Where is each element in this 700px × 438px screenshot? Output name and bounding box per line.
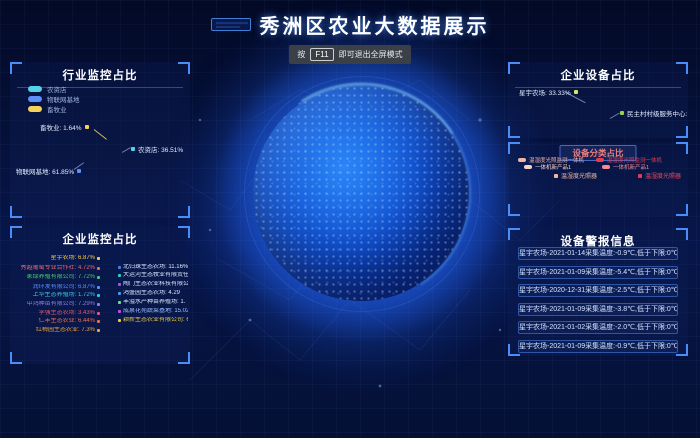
pie-label: 润环发有限公司: 6.87% [12,284,100,291]
category-donut-right[interactable] [594,167,630,203]
callout-livestock: 畜牧业: 1.64% [40,122,89,132]
callout-agristore: 农资店: 36.51% [131,144,183,154]
alarm-row: 星宇农场-2021-01-09采集温度:-0.9℃,低于下限:0℃ [518,340,678,353]
callout-dot [77,169,81,173]
callout-left-device: 温湿度光照器 [554,171,597,180]
page-title: 秀洲区农业大数据展示 [260,10,490,39]
callout-iot-base: 物联网基地: 61.85% [16,166,81,176]
pie-label: 星宇农场: 6.87% [12,255,100,262]
callout-dot [131,147,135,151]
pie-label: 中鸿种苗有限公司: 7.29% [12,301,100,308]
legend-label: 畜牧业 [47,104,67,114]
hint-prefix: 按 [297,49,305,60]
legend-label: 物联网基地 [47,94,80,104]
industry-donut-chart[interactable] [81,136,125,180]
alarm-list: 星宇农场-2021-01-14采集温度:-0.9℃,低于下限:0℃ 星宇农场-2… [518,247,678,358]
legend-swatch [28,106,42,112]
pie-label: 丰溢水产种苗养殖场: 1. [118,299,188,306]
callout-dot [620,111,624,115]
legend-item[interactable]: 畜牧业 [28,104,80,113]
callout-dot [574,90,578,94]
pie-label: 鸿盛园生态农场: 4.29 [118,290,188,297]
panel-enterprise-monitor: 企业监控占比 星宇农场: 6.87% 秀越葡萄专业合作社: 4.72% 家绿养殖… [10,226,190,364]
category-donut-left[interactable] [512,167,548,203]
pie-label: 北归珠生态农场: 11.16% [118,264,188,271]
pie-label: 李强生态农场: 3.43% [12,310,100,317]
callout-dot [85,125,89,129]
callout-minzhu-center: 民主村村级服务中心: [620,108,687,118]
alarm-row: 星宇农场-2021-01-09采集温度:-3.8℃,低于下限:0℃ [518,303,678,316]
panel-title: 企业监控占比 [10,226,190,247]
fullscreen-hint: 按 F11 即可退出全屏模式 [289,45,410,64]
panel-device-ratio: 企业设备占比 星宇农场: 33.33% 民主村村级服务中心: [508,62,688,138]
legend-label: 农资店 [47,84,67,94]
alarm-row: 星宇农场-2021-01-14采集温度:-0.9℃,低于下限:0℃ [518,247,678,260]
legend-item[interactable]: 物联网基地 [28,94,80,103]
pie-label: 颖新生态农业有限公司: 6.87 [118,317,188,324]
legend-swatch [28,96,42,102]
globe-rim-highlight [231,63,492,324]
pie-label: 上华生态养殖场: 1.72% [12,292,100,299]
legend-swatch [28,86,42,92]
pie-label: 大运河生态牧业有限责任公 [118,272,188,279]
pie-label: 仁丰生态农业: 6.44% [12,318,100,325]
alarm-row: 星宇农场-2021-01-09采集温度:-5.4℃,低于下限:0℃ [518,266,678,279]
callout-dot [554,174,558,178]
hint-suffix: 即可退出全屏模式 [339,49,403,60]
industry-legend: 农资店 物联网基地 畜牧业 [28,84,80,114]
pie-label: 秀越葡萄专业合作社: 4.72% [12,265,100,272]
pie-label: 红梅园生态农业: 7.3% [12,327,100,334]
f11-keycap: F11 [310,48,333,61]
dashboard: 秀洲区农业大数据展示 按 F11 即可退出全屏模式 行业监控占比 农资店 物联网… [0,0,700,438]
panel-device-alarms: 设备警报信息 星宇农场-2021-01-14采集温度:-0.9℃,低于下限:0℃… [508,228,688,356]
pie-label: 家绿养殖有限公司: 7.72% [12,274,100,281]
callout-xingyu-farm: 星宇农场: 33.33% [519,87,578,97]
header: 秀洲区农业大数据展示 按 F11 即可退出全屏模式 [0,10,700,64]
alarm-row: 星宇农场-2021-01-02采集温度:-2.0℃,低于下限:0℃ [518,321,678,334]
panel-industry-monitor: 行业监控占比 农资店 物联网基地 畜牧业 畜牧业: 1.64% 农资店: 36.… [10,62,190,218]
callout-dot [638,174,642,178]
panel-device-category: 设备分类占比 温湿度光照监测一体机 一体机新产品1 温湿度光照器 温湿度光照监测… [508,142,688,216]
globe [253,85,469,301]
callout-right-device: 温湿度光照器 [638,171,681,180]
pie-label: 成泉花苑蔬菜基地: 15.02% [118,308,188,315]
legend-item[interactable]: 农资店 [28,84,80,93]
alarm-row: 星宇农场-2020-12-31采集温度:-2.5℃,低于下限:0℃ [518,284,678,297]
panel-title: 企业设备占比 [515,62,681,88]
panel-title: 设备警报信息 [508,228,688,249]
pie-label: 陶门生态农业科技有限公 [118,281,188,288]
device-donut-chart[interactable] [578,90,622,134]
logo-badge [211,18,251,31]
